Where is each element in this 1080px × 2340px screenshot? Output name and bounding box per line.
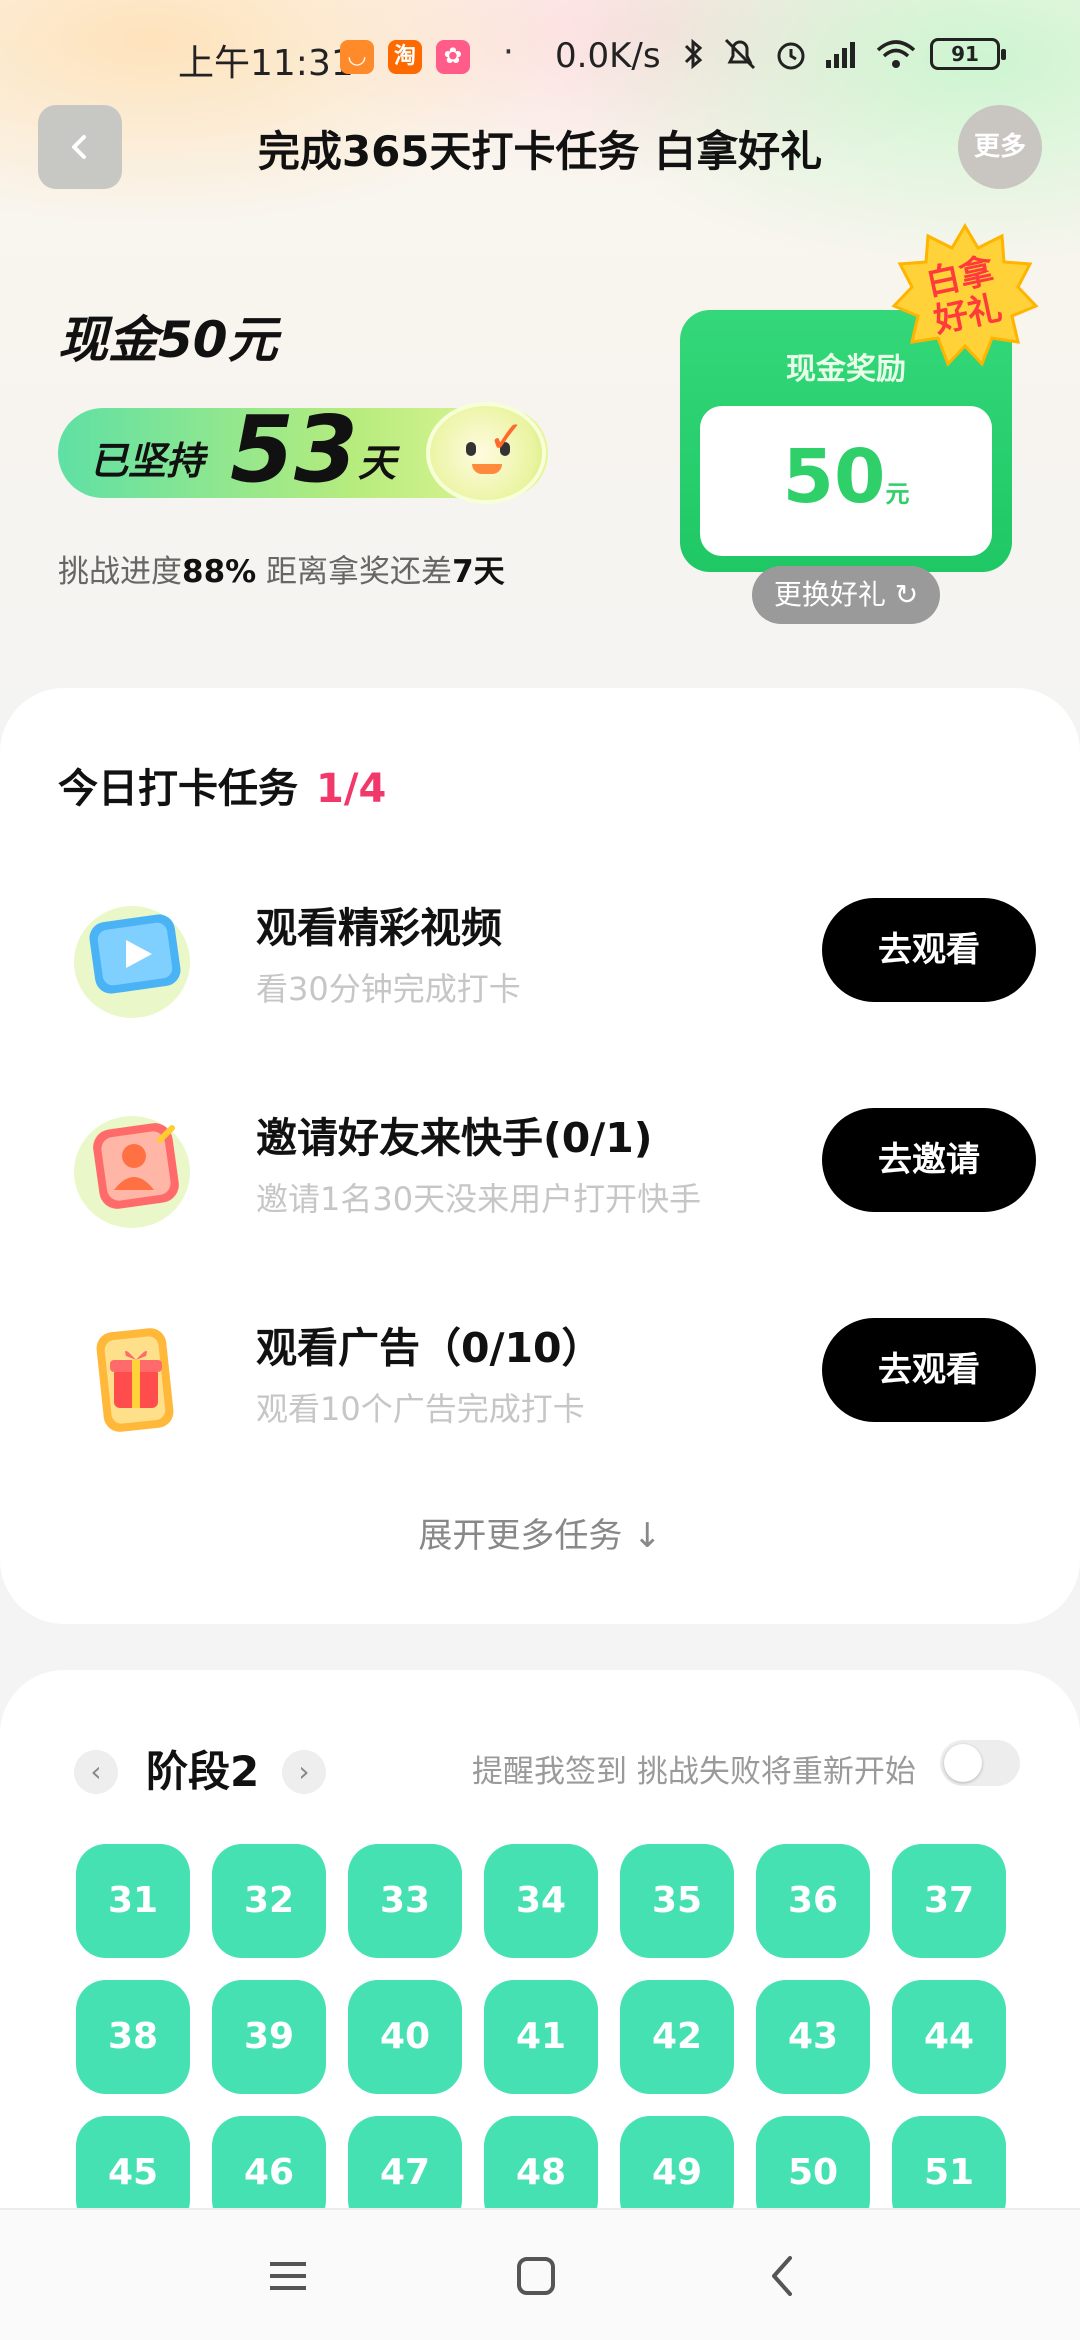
stage-prev-button[interactable]: ‹ — [74, 1750, 118, 1794]
video-play-icon — [70, 896, 200, 1020]
persist-days-pill: 已坚持 53 天 ✓ — [58, 396, 548, 504]
invite-button[interactable]: 去邀请 — [822, 1108, 1036, 1212]
task-title: 观看广告（0/10） — [256, 1324, 603, 1372]
progress-percent: 88% — [182, 554, 257, 590]
day-cell[interactable]: 43 — [756, 1980, 870, 2094]
day-cell[interactable]: 33 — [348, 1844, 462, 1958]
day-cell[interactable]: 31 — [76, 1844, 190, 1958]
day-cell[interactable]: 38 — [76, 1980, 190, 2094]
battery-indicator: 91 — [930, 38, 1006, 70]
more-button[interactable]: 更多 — [958, 105, 1042, 189]
network-speed: 0.0K/s — [555, 36, 661, 76]
mascot-icon: ✓ — [426, 402, 546, 504]
checkmark-icon: ✓ — [488, 412, 525, 463]
free-gift-badge: 白拿好礼 — [890, 222, 1040, 372]
day-cell[interactable]: 44 — [892, 1980, 1006, 2094]
tao-icon: 淘 — [388, 40, 422, 74]
day-cell[interactable]: 32 — [212, 1844, 326, 1958]
day-cell[interactable]: 41 — [484, 1980, 598, 2094]
system-icons: 91 — [680, 36, 1006, 72]
signal-icon — [826, 42, 855, 68]
watch-ad-button[interactable]: 去观看 — [822, 1318, 1036, 1422]
alarm-icon — [777, 42, 805, 70]
system-nav-bar — [0, 2208, 1080, 2340]
day-cell[interactable]: 36 — [756, 1844, 870, 1958]
status-bar: 上午11:31 ◡ 淘 ✿ · 0.0K/s 91 — [0, 30, 1080, 90]
invite-friend-icon — [70, 1106, 200, 1230]
toggle-knob — [944, 1744, 982, 1782]
bluetooth-icon — [684, 38, 703, 70]
cash-goal-title: 现金50元 — [58, 311, 278, 369]
daily-tasks-card: 今日打卡任务 1/4 观看精彩视频 看30分钟完成打卡 去观看 邀请好友来快手(… — [0, 688, 1080, 1624]
task-item: 观看广告（0/10） 观看10个广告完成打卡 去观看 — [0, 1306, 1080, 1446]
persist-label: 已坚持 — [90, 439, 205, 483]
watch-video-button[interactable]: 去观看 — [822, 898, 1036, 1002]
task-item: 邀请好友来快手(0/1) 邀请1名30天没来用户打开快手 去邀请 — [0, 1096, 1080, 1236]
task-subtitle: 邀请1名30天没来用户打开快手 — [256, 1180, 702, 1218]
day-cell[interactable]: 42 — [620, 1980, 734, 2094]
persist-unit: 天 — [358, 441, 397, 485]
task-subtitle: 看30分钟完成打卡 — [256, 970, 521, 1008]
wifi-icon — [876, 40, 916, 68]
back-nav-icon[interactable] — [754, 2246, 814, 2306]
stage-card: ‹ 阶段2 › 提醒我签到 挑战失败将重新开始 31 32 33 34 35 36 37 38… — [0, 1670, 1080, 2230]
status-time: 上午11:31 — [178, 43, 354, 84]
reward-amount: 50 — [782, 434, 886, 520]
day-cell[interactable]: 37 — [892, 1844, 1006, 1958]
task-title: 观看精彩视频 — [256, 904, 502, 952]
swap-gift-button[interactable]: 更换好礼 ↻ — [752, 566, 940, 624]
challenge-progress-text: 挑战进度88% 距离拿奖还差7天 — [58, 554, 505, 590]
day-cell[interactable]: 39 — [212, 1980, 326, 2094]
status-dot: · — [503, 32, 514, 72]
remind-toggle[interactable] — [940, 1740, 1020, 1786]
menu-icon[interactable] — [258, 2246, 318, 2306]
stage-title: 阶段2 — [146, 1747, 260, 1796]
day-cell[interactable]: 40 — [348, 1980, 462, 2094]
persist-days-number: 53 — [230, 396, 359, 503]
reward-amount-box: 50元 — [700, 406, 992, 556]
pink-app-icon: ✿ — [436, 40, 470, 74]
mute-icon — [724, 38, 756, 70]
day-cell[interactable]: 34 — [484, 1844, 598, 1958]
remaining-days: 7天 — [452, 554, 505, 590]
remind-text: 提醒我签到 挑战失败将重新开始 — [472, 1754, 916, 1790]
reward-unit: 元 — [885, 480, 910, 508]
tasks-count: 1/4 — [316, 766, 387, 812]
task-title: 邀请好友来快手(0/1) — [256, 1114, 653, 1162]
gift-ad-icon — [70, 1316, 200, 1440]
page-title: 完成365天打卡任务 白拿好礼 — [257, 127, 823, 176]
home-icon[interactable] — [506, 2246, 566, 2306]
stage-next-button[interactable]: › — [282, 1750, 326, 1794]
task-item: 观看精彩视频 看30分钟完成打卡 去观看 — [0, 886, 1080, 1026]
back-button[interactable] — [38, 105, 122, 189]
expand-more-tasks[interactable]: 展开更多任务 ↓ — [0, 1508, 1080, 1557]
tasks-heading: 今日打卡任务 1/4 — [58, 766, 387, 812]
task-subtitle: 观看10个广告完成打卡 — [256, 1390, 585, 1428]
chevron-left-icon — [72, 135, 86, 159]
day-cell[interactable]: 35 — [620, 1844, 734, 1958]
taobao-badge-icon: ◡ — [340, 40, 374, 74]
